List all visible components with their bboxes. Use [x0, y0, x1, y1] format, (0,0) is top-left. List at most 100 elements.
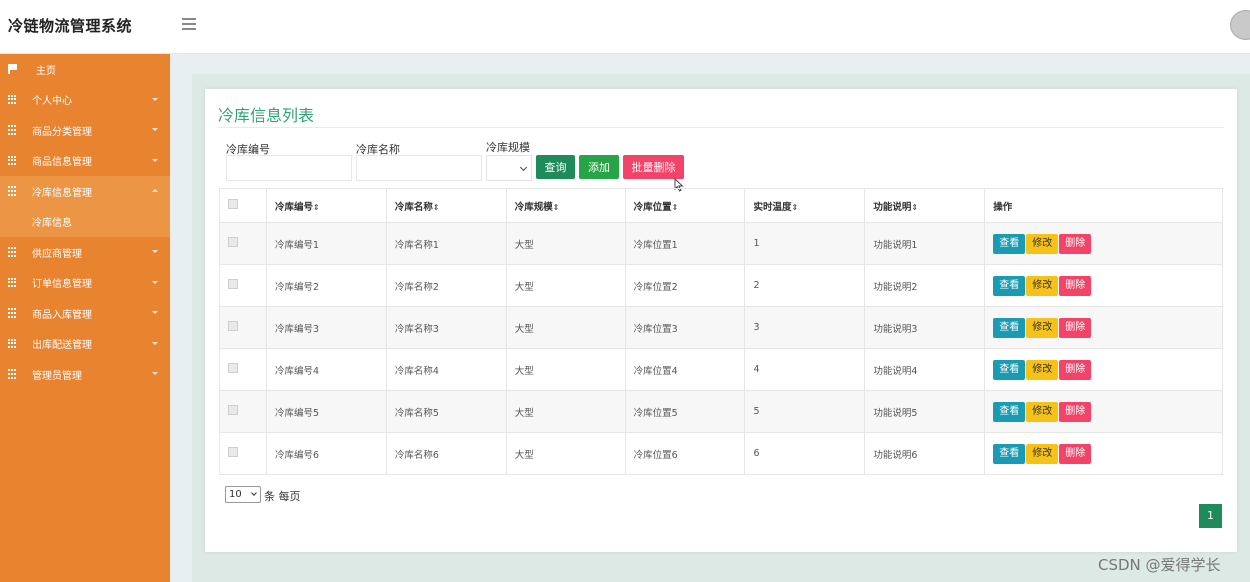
- app-title: 冷链物流管理系统: [8, 17, 133, 35]
- add-button[interactable]: 添加: [579, 155, 619, 179]
- scale-select[interactable]: [486, 155, 532, 181]
- sidebar-subitem-cold-storage-info[interactable]: 冷库信息: [0, 206, 170, 237]
- batch-delete-button[interactable]: 批量删除: [623, 155, 684, 179]
- user-avatar[interactable]: [1230, 10, 1250, 40]
- actions-cell: 查看 修改 删除: [984, 348, 1223, 391]
- sort-icon[interactable]: ⇕: [672, 203, 679, 212]
- row-select-cell: [219, 432, 267, 475]
- sidebar-item-product[interactable]: 商品信息管理: [0, 146, 170, 177]
- column-header-label: 冷库名称: [394, 201, 433, 213]
- column-header[interactable]: 冷库名称⇕: [385, 188, 507, 223]
- row-checkbox[interactable]: [228, 279, 238, 289]
- delete-button[interactable]: 删除: [1059, 401, 1092, 422]
- row-checkbox[interactable]: [228, 405, 238, 415]
- sidebar-item-supplier[interactable]: 供应商管理: [0, 237, 170, 268]
- table-cell: 冷库名称2: [385, 264, 507, 307]
- sort-icon[interactable]: ⇕: [433, 203, 440, 212]
- view-button[interactable]: 查看: [993, 233, 1026, 254]
- sidebar-item-outbound[interactable]: 出库配送管理: [0, 329, 170, 360]
- actions-cell: 查看 修改 删除: [984, 264, 1223, 307]
- view-button[interactable]: 查看: [993, 443, 1026, 464]
- table-cell: 冷库编号4: [265, 348, 387, 391]
- delete-button[interactable]: 删除: [1059, 233, 1092, 254]
- table-cell: 冷库编号3: [265, 306, 387, 349]
- column-header[interactable]: 功能说明⇕: [864, 188, 986, 223]
- grid-icon: [8, 125, 18, 135]
- column-header[interactable]: 实时温度⇕: [744, 188, 866, 223]
- column-header[interactable]: 冷库规模⇕: [505, 188, 626, 223]
- row-checkbox[interactable]: [228, 447, 238, 457]
- watermark: CSDN @爱得学长: [1098, 556, 1221, 574]
- view-button[interactable]: 查看: [993, 401, 1026, 422]
- column-header[interactable]: 冷库位置⇕: [624, 188, 746, 223]
- edit-button[interactable]: 修改: [1026, 443, 1059, 464]
- chevron-down-icon: [152, 158, 158, 162]
- actions-cell: 查看 修改 删除: [984, 432, 1223, 475]
- grid-icon: [8, 369, 18, 379]
- table-cell: 大型: [505, 264, 626, 307]
- edit-button[interactable]: 修改: [1026, 359, 1059, 380]
- edit-button[interactable]: 修改: [1026, 233, 1059, 254]
- sort-icon[interactable]: ⇕: [313, 203, 320, 212]
- column-header-label: 冷库位置: [633, 201, 672, 213]
- query-button[interactable]: 查询: [536, 155, 575, 179]
- sidebar-item-label: 供应商管理: [32, 248, 82, 260]
- table-cell: 功能说明4: [864, 348, 986, 391]
- sidebar-item-label: 个人中心: [32, 96, 72, 108]
- sidebar-item-admin[interactable]: 管理员管理: [0, 359, 170, 390]
- sidebar-item-inbound[interactable]: 商品入库管理: [0, 298, 170, 329]
- chevron-up-icon: [152, 189, 158, 192]
- page-number-button[interactable]: 1: [1199, 504, 1222, 528]
- actions-cell: 查看 修改 删除: [984, 222, 1223, 265]
- sort-icon[interactable]: ⇕: [911, 203, 918, 212]
- table-cell: 6: [744, 432, 866, 475]
- table-cell: 功能说明6: [864, 432, 986, 475]
- table-cell: 大型: [505, 432, 626, 475]
- page-size-select[interactable]: 10: [225, 486, 261, 503]
- delete-button[interactable]: 删除: [1059, 275, 1092, 296]
- edit-button[interactable]: 修改: [1026, 275, 1059, 296]
- delete-button[interactable]: 删除: [1059, 359, 1092, 380]
- table-cell: 冷库编号1: [265, 222, 387, 265]
- sort-icon[interactable]: ⇕: [791, 203, 798, 212]
- delete-button[interactable]: 删除: [1059, 317, 1092, 338]
- edit-button[interactable]: 修改: [1026, 317, 1059, 338]
- table-row: 冷库编号1 冷库名称1 大型 冷库位置1 1 功能说明1 查看 修改 删除: [219, 222, 1223, 265]
- sidebar-item-home[interactable]: 主页: [0, 54, 170, 85]
- edit-button[interactable]: 修改: [1026, 401, 1059, 422]
- row-select-cell: [219, 264, 267, 307]
- chevron-down-icon: [251, 490, 257, 496]
- row-checkbox[interactable]: [228, 237, 238, 247]
- chevron-down-icon: [152, 311, 158, 314]
- view-button[interactable]: 查看: [993, 359, 1026, 380]
- chevron-down-icon: [152, 250, 158, 253]
- delete-button[interactable]: 删除: [1059, 443, 1092, 464]
- grid-icon: [8, 247, 18, 257]
- row-checkbox[interactable]: [228, 363, 238, 373]
- sidebar-item-personal-center[interactable]: 个人中心: [0, 85, 170, 116]
- view-button[interactable]: 查看: [993, 275, 1026, 296]
- code-input[interactable]: [226, 155, 352, 181]
- page-size-value: 10: [229, 489, 242, 500]
- actions-cell: 查看 修改 删除: [984, 390, 1223, 433]
- column-header[interactable]: 冷库编号⇕: [265, 188, 387, 223]
- sort-icon[interactable]: ⇕: [553, 203, 560, 212]
- grid-icon: [8, 94, 18, 105]
- table-cell: 冷库名称3: [385, 306, 507, 349]
- select-all-checkbox[interactable]: [228, 199, 238, 209]
- row-checkbox[interactable]: [228, 321, 238, 331]
- view-button[interactable]: 查看: [993, 317, 1026, 338]
- sidebar-item-label: 订单信息管理: [32, 279, 92, 291]
- name-input[interactable]: [356, 155, 482, 181]
- sidebar-item-category[interactable]: 商品分类管理: [0, 115, 170, 146]
- table-cell: 冷库名称4: [385, 348, 507, 391]
- table-cell: 功能说明2: [864, 264, 986, 307]
- chevron-down-icon: [519, 163, 528, 172]
- table-cell: 功能说明1: [864, 222, 986, 265]
- sidebar-item-orders[interactable]: 订单信息管理: [0, 268, 170, 299]
- menu-toggle-icon[interactable]: [182, 18, 196, 30]
- grid-icon: [8, 308, 18, 318]
- sidebar-item-cold-storage[interactable]: 冷库信息管理: [0, 176, 170, 207]
- row-select-cell: [219, 306, 267, 349]
- table-row: 冷库编号2 冷库名称2 大型 冷库位置2 2 功能说明2 查看 修改 删除: [219, 264, 1223, 307]
